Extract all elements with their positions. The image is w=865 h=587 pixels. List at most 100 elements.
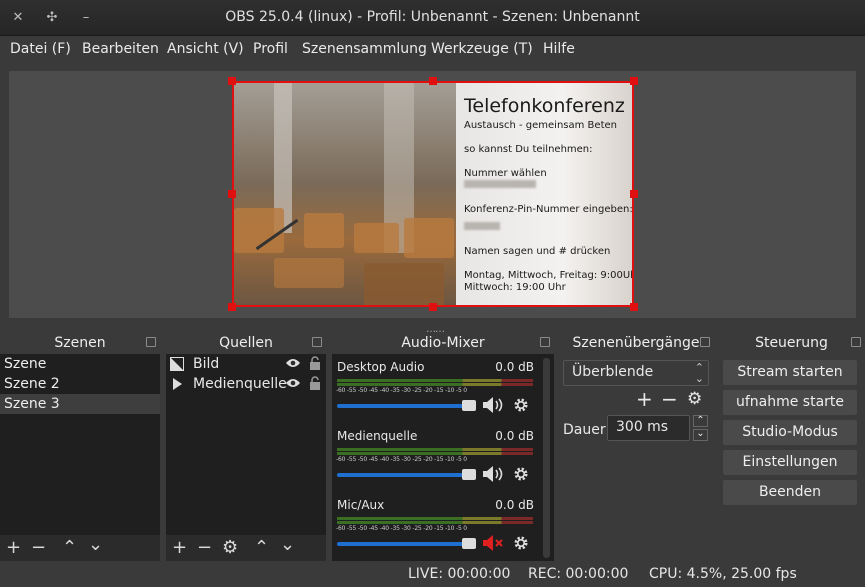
- controls-title: Steuerung: [718, 333, 865, 354]
- preview-canvas[interactable]: Telefonkonferenz Austausch - gemeinsam B…: [232, 81, 634, 307]
- gear-icon[interactable]: [513, 397, 529, 413]
- resize-handle[interactable]: [228, 303, 236, 311]
- transitions-title-label: Szenenübergänge: [572, 335, 700, 351]
- sources-title: Quellen: [166, 333, 326, 354]
- remove-icon[interactable]: −: [197, 538, 212, 558]
- scene-item-selected[interactable]: Szene 3: [0, 394, 160, 414]
- scene-item[interactable]: Szene 2: [0, 374, 160, 394]
- resize-handle[interactable]: [630, 303, 638, 311]
- gear-icon[interactable]: [513, 535, 529, 551]
- source-item[interactable]: Bild: [166, 354, 326, 374]
- transition-select[interactable]: Überblende ⌃ ⌄: [563, 360, 709, 386]
- eye-icon[interactable]: [286, 378, 300, 388]
- move-up-icon[interactable]: ⌃: [62, 538, 77, 558]
- eye-icon[interactable]: [286, 358, 300, 368]
- start-recording-button[interactable]: ufnahme starte: [723, 390, 857, 415]
- add-icon[interactable]: +: [636, 387, 653, 411]
- gear-icon[interactable]: [513, 466, 529, 482]
- controls-title-label: Steuerung: [755, 335, 828, 351]
- sources-toolbar: + − ⚙ ⌃ ⌄: [166, 535, 326, 561]
- lock-icon[interactable]: [309, 376, 321, 390]
- speaker-icon[interactable]: [482, 465, 504, 483]
- card-line: Montag, Mittwoch, Freitag: 9:00Uhr: [464, 270, 634, 281]
- transitions-dock: Szenenübergänge Überblende ⌃ ⌄ + − ⚙ Daue…: [558, 333, 714, 561]
- source-label: Medienquelle: [193, 376, 287, 392]
- add-icon[interactable]: +: [172, 538, 187, 558]
- float-icon[interactable]: [851, 337, 861, 347]
- status-bar: LIVE: 00:00:00 REC: 00:00:00 CPU: 4.5%, …: [0, 561, 865, 587]
- remove-icon[interactable]: −: [31, 538, 46, 558]
- float-icon[interactable]: [312, 337, 322, 347]
- spin-up-icon[interactable]: ⌃: [693, 415, 708, 427]
- card-line: Konferenz-Pin-Nummer eingeben:: [464, 204, 633, 215]
- duration-value: 300 ms: [616, 419, 669, 435]
- studio-mode-button[interactable]: Studio-Modus: [723, 420, 857, 445]
- remove-icon[interactable]: −: [661, 387, 678, 411]
- volume-meter: [337, 517, 533, 524]
- menu-hilfe[interactable]: Hilfe: [543, 41, 575, 57]
- float-icon[interactable]: [146, 337, 156, 347]
- channel-name: Mic/Aux: [337, 498, 385, 512]
- menu-werkzeuge[interactable]: Werkzeuge (T): [431, 41, 533, 57]
- duration-input[interactable]: 300 ms: [607, 415, 690, 441]
- exit-button[interactable]: Beenden: [723, 480, 857, 505]
- image-icon: [170, 357, 184, 371]
- menu-bar: Datei (F) Bearbeiten Ansicht (V) Profil …: [0, 36, 865, 66]
- scenes-toolbar: + − ⌃ ⌄: [0, 535, 160, 561]
- lock-icon[interactable]: [309, 356, 321, 370]
- channel-db: 0.0 dB: [495, 498, 534, 512]
- resize-handle[interactable]: [630, 77, 638, 85]
- volume-slider[interactable]: [337, 469, 476, 480]
- volume-slider[interactable]: [337, 400, 476, 411]
- move-down-icon[interactable]: ⌄: [88, 535, 103, 555]
- card-line: Namen sagen und # drücken: [464, 246, 611, 257]
- card-line: Mittwoch: 19:00 Uhr: [464, 282, 566, 293]
- controls-dock: Steuerung Stream starten ufnahme starte …: [718, 333, 865, 561]
- settings-button[interactable]: Einstellungen: [723, 450, 857, 475]
- mixer-title: Audio-Mixer: [332, 333, 554, 354]
- source-item[interactable]: Medienquelle: [166, 374, 326, 394]
- menu-bearbeiten[interactable]: Bearbeiten: [82, 41, 159, 57]
- add-icon[interactable]: +: [6, 538, 21, 558]
- live-status: LIVE: 00:00:00: [408, 566, 511, 582]
- mixer-channel: Medienquelle 0.0 dB -60 -55 -50 -45 -40 …: [336, 429, 536, 489]
- resize-handle[interactable]: [228, 190, 236, 198]
- resize-handle[interactable]: [429, 77, 437, 85]
- card-line: so kannst Du teilnehmen:: [464, 144, 593, 155]
- scene-item[interactable]: Szene: [0, 354, 160, 374]
- scenes-title-label: Szenen: [54, 335, 106, 351]
- menu-datei[interactable]: Datei (F): [10, 41, 71, 57]
- mixer-scrollbar[interactable]: [543, 358, 550, 558]
- channel-name: Desktop Audio: [337, 360, 425, 374]
- float-icon[interactable]: [700, 337, 710, 347]
- mixer-channel: Desktop Audio 0.0 dB -60 -55 -50 -45 -40…: [336, 360, 536, 420]
- resize-handle[interactable]: [429, 303, 437, 311]
- scenes-title: Szenen: [0, 333, 160, 354]
- spin-down-icon[interactable]: ⌄: [693, 429, 708, 441]
- cpu-status: CPU: 4.5%, 25.00 fps: [649, 566, 797, 582]
- chevron-updown-icon: ⌃ ⌄: [694, 361, 704, 385]
- meter-scale: -60 -55 -50 -45 -40 -35 -30 -25 -20 -15 …: [336, 387, 467, 394]
- sources-title-label: Quellen: [219, 335, 273, 351]
- menu-szenensammlung[interactable]: Szenensammlung: [302, 41, 427, 57]
- speaker-muted-icon[interactable]: [482, 534, 504, 552]
- source-label: Bild: [193, 356, 220, 372]
- channel-db: 0.0 dB: [495, 429, 534, 443]
- mixer-body: Desktop Audio 0.0 dB -60 -55 -50 -45 -40…: [332, 354, 554, 561]
- resize-handle[interactable]: [630, 190, 638, 198]
- gear-icon[interactable]: ⚙: [687, 389, 702, 409]
- speaker-icon[interactable]: [482, 396, 504, 414]
- float-icon[interactable]: [540, 337, 550, 347]
- menu-ansicht[interactable]: Ansicht (V): [167, 41, 244, 57]
- start-stream-button[interactable]: Stream starten: [723, 360, 857, 385]
- volume-meter: [337, 448, 533, 455]
- move-up-icon[interactable]: ⌃: [254, 538, 269, 558]
- move-down-icon[interactable]: ⌄: [280, 535, 295, 555]
- menu-profil[interactable]: Profil: [253, 41, 288, 57]
- sources-dock: Quellen Bild Medienquelle + − ⚙ ⌃ ⌄: [166, 333, 326, 561]
- gear-icon[interactable]: ⚙: [222, 538, 238, 558]
- resize-handle[interactable]: [228, 77, 236, 85]
- play-icon: [173, 378, 182, 390]
- volume-slider[interactable]: [337, 538, 476, 549]
- meter-scale: -60 -55 -50 -45 -40 -35 -30 -25 -20 -15 …: [336, 525, 467, 532]
